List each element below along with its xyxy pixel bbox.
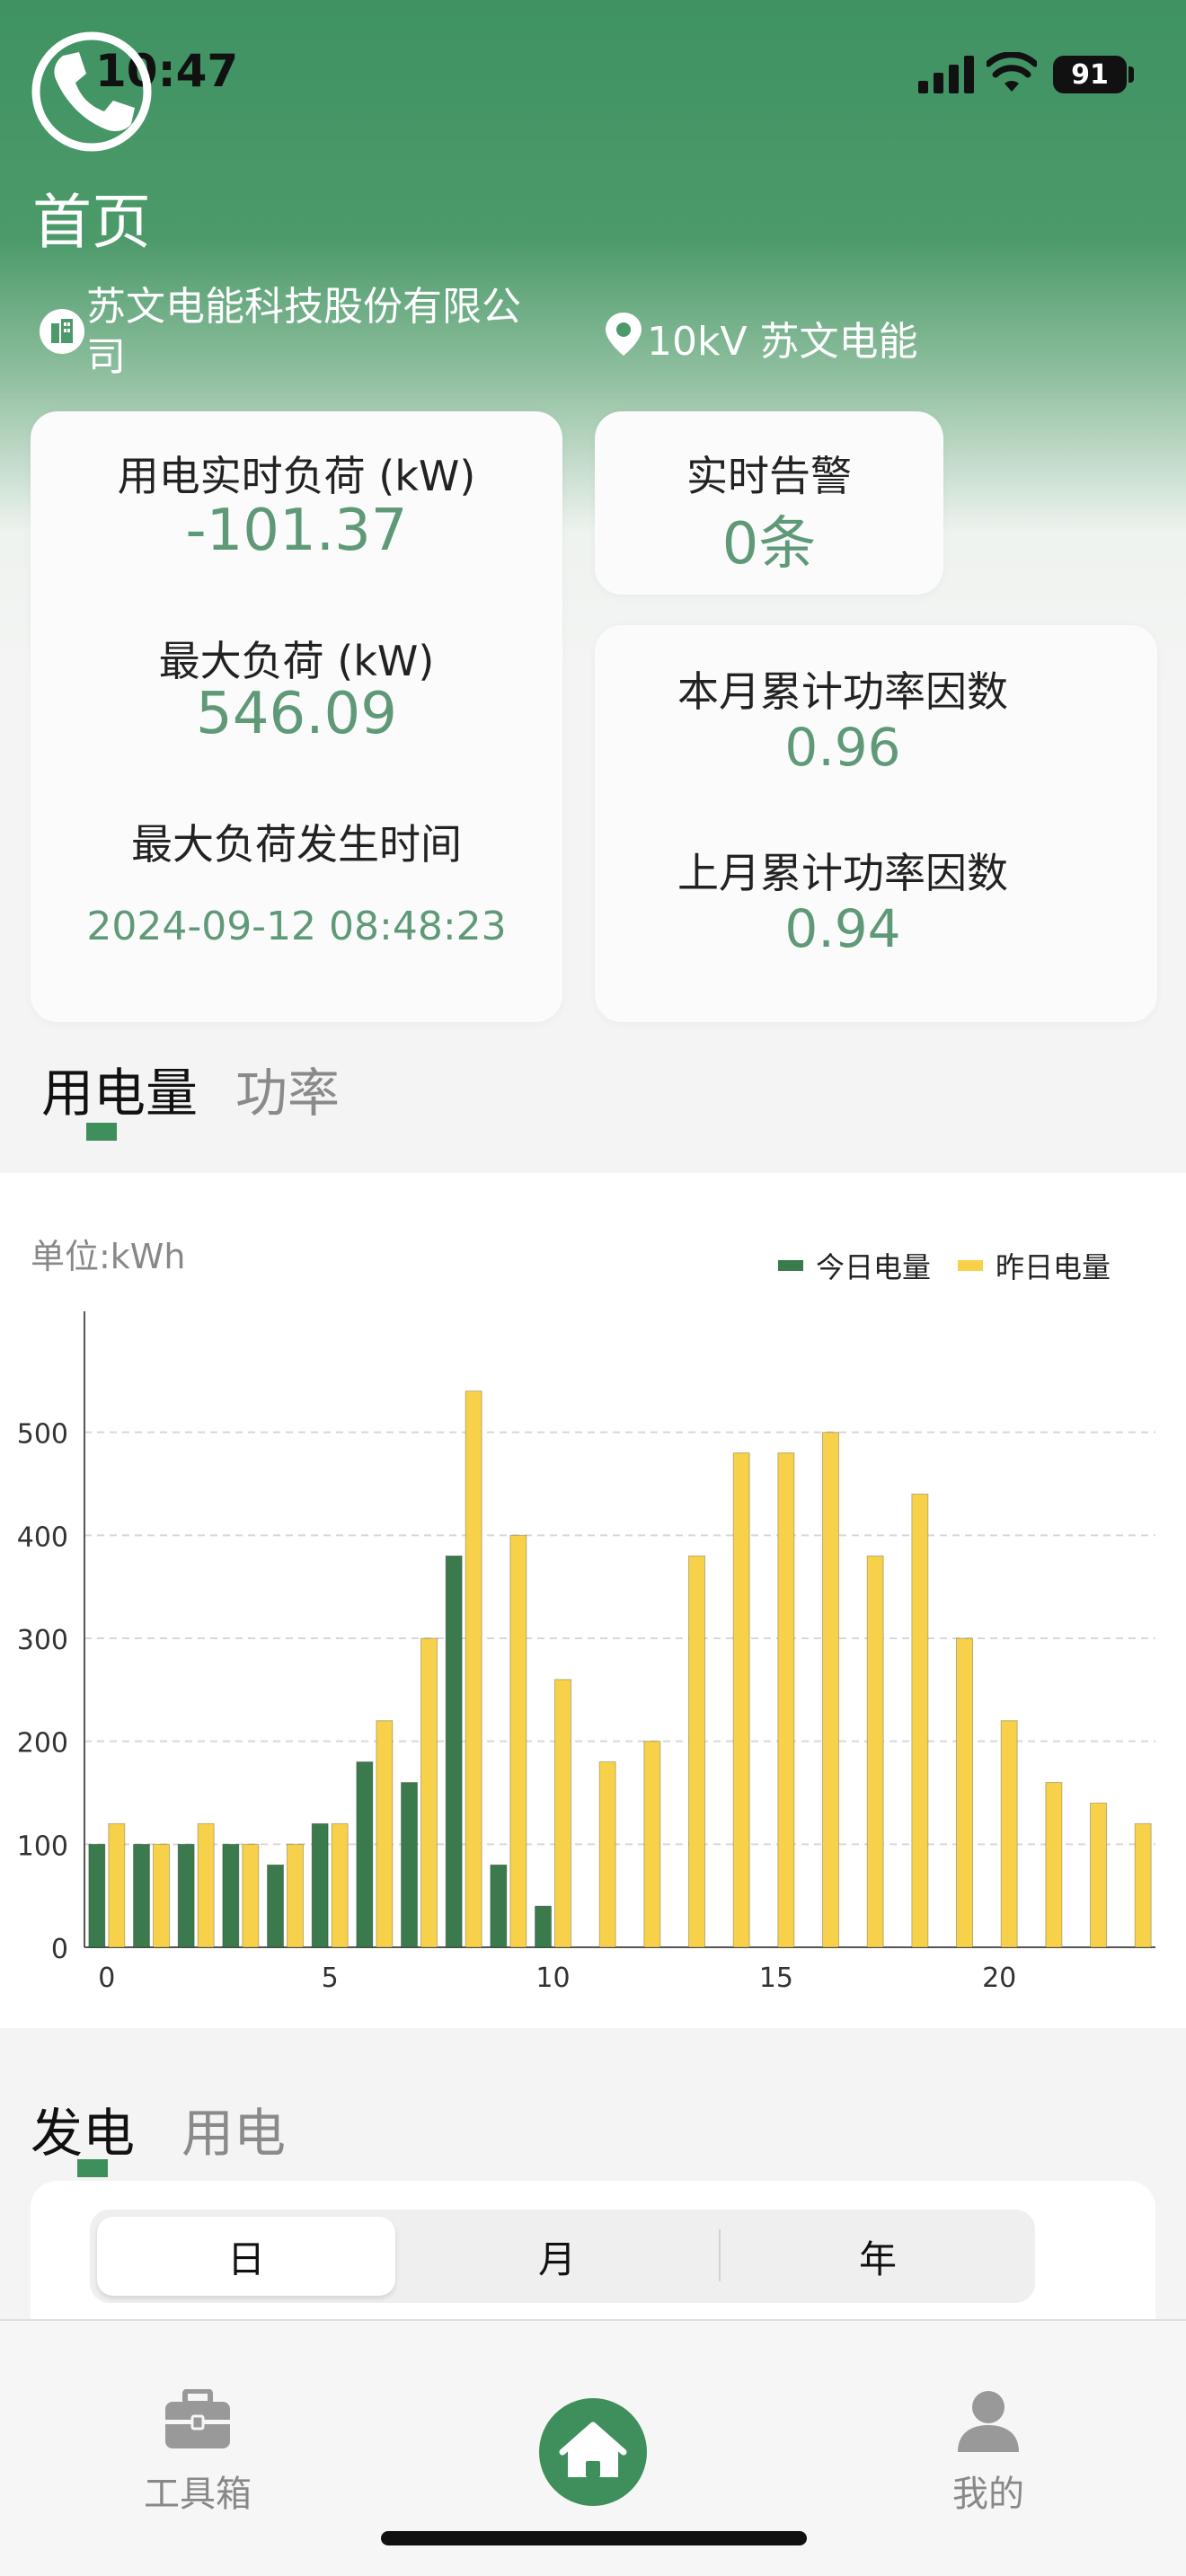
last-month-factor-value: 0.94 bbox=[784, 898, 901, 959]
chart-unit-label: 单位:kWh bbox=[31, 1237, 186, 1276]
bar-today[interactable] bbox=[222, 1843, 240, 1948]
y-tick-label: 0 bbox=[51, 1934, 68, 1965]
y-tick-label: 200 bbox=[17, 1728, 68, 1760]
x-tick-label: 0 bbox=[98, 1963, 115, 1994]
tab-power[interactable]: 功率 bbox=[235, 1051, 340, 1126]
tab-generation[interactable]: 发电 bbox=[31, 2091, 135, 2166]
last-month-factor-label: 上月累计功率因数 bbox=[677, 849, 1008, 897]
bar-today[interactable] bbox=[401, 1782, 418, 1948]
y-tick-label: 300 bbox=[17, 1625, 68, 1656]
company-name[interactable]: 苏文电能科技股份有限公司 bbox=[86, 282, 553, 383]
legend-yesterday[interactable]: 昨日电量 bbox=[958, 1245, 1111, 1286]
location-name[interactable]: 10kV 苏文电能 bbox=[647, 309, 918, 366]
bar-yesterday[interactable] bbox=[197, 1822, 215, 1948]
page-title: 首页 bbox=[32, 188, 151, 257]
bar-today[interactable] bbox=[490, 1864, 508, 1948]
bar-yesterday[interactable] bbox=[509, 1534, 527, 1948]
bar-yesterday[interactable] bbox=[688, 1555, 705, 1948]
bar-yesterday[interactable] bbox=[598, 1761, 616, 1948]
bar-today[interactable] bbox=[267, 1864, 284, 1948]
legend-yesterday-label: 昨日电量 bbox=[996, 1250, 1111, 1284]
legend-today[interactable]: 今日电量 bbox=[778, 1245, 931, 1286]
bar-today[interactable] bbox=[356, 1761, 374, 1948]
bar-today[interactable] bbox=[177, 1843, 195, 1948]
nav-toolbox-label: 工具箱 bbox=[144, 2474, 252, 2515]
tab-energy-indicator bbox=[86, 1123, 117, 1141]
this-month-factor-label: 本月累计功率因数 bbox=[677, 667, 1008, 716]
bar-yesterday[interactable] bbox=[376, 1720, 394, 1948]
y-tick-label: 500 bbox=[17, 1419, 68, 1451]
nav-home[interactable] bbox=[539, 2398, 647, 2506]
toolbox-icon bbox=[165, 2389, 230, 2448]
bar-yesterday[interactable] bbox=[1045, 1782, 1063, 1948]
y-tick-label: 100 bbox=[17, 1831, 68, 1862]
max-load-label: 最大负荷 (kW) bbox=[158, 637, 435, 685]
building-icon bbox=[40, 309, 84, 354]
bar-yesterday[interactable] bbox=[732, 1452, 750, 1948]
bar-yesterday[interactable] bbox=[822, 1432, 839, 1948]
bar-yesterday[interactable] bbox=[643, 1741, 661, 1948]
bar-yesterday[interactable] bbox=[554, 1679, 571, 1948]
tab-consumption[interactable]: 用电 bbox=[181, 2091, 286, 2166]
realtime-load-value: -101.37 bbox=[185, 498, 408, 564]
bar-today[interactable] bbox=[535, 1905, 552, 1948]
bar-yesterday[interactable] bbox=[331, 1822, 349, 1948]
nav-toolbox[interactable]: 工具箱 bbox=[126, 2389, 270, 2515]
wifi-icon bbox=[987, 52, 1037, 92]
bar-yesterday[interactable] bbox=[1090, 1802, 1107, 1948]
alarm-label: 实时告警 bbox=[686, 452, 852, 500]
cellular-signal-icon bbox=[918, 56, 974, 93]
energy-bar-chart: 0 100 200 300 400 500 0 5 10 15 20 bbox=[17, 1311, 1155, 1994]
bar-yesterday[interactable] bbox=[108, 1822, 126, 1948]
bar-yesterday[interactable] bbox=[1000, 1720, 1018, 1948]
segment-month[interactable]: 月 bbox=[395, 2210, 719, 2303]
max-load-time-label: 最大负荷发生时间 bbox=[131, 820, 462, 869]
bar-yesterday[interactable] bbox=[866, 1555, 884, 1948]
tab-energy[interactable]: 用电量 bbox=[41, 1051, 198, 1126]
home-icon bbox=[559, 2422, 627, 2477]
home-indicator bbox=[381, 2531, 807, 2545]
bar-yesterday[interactable] bbox=[242, 1843, 260, 1948]
legend-today-swatch bbox=[778, 1260, 803, 1271]
bar-yesterday[interactable] bbox=[465, 1390, 482, 1948]
bar-today[interactable] bbox=[133, 1843, 150, 1948]
battery-tip bbox=[1128, 66, 1134, 83]
this-month-factor-value: 0.96 bbox=[784, 717, 901, 778]
bar-yesterday[interactable] bbox=[1134, 1822, 1152, 1948]
y-tick-label: 400 bbox=[17, 1522, 68, 1553]
bar-today[interactable] bbox=[311, 1822, 329, 1948]
realtime-load-label: 用电实时负荷 (kW) bbox=[117, 452, 476, 500]
alarm-count: 0条 bbox=[721, 511, 817, 578]
x-tick-label: 20 bbox=[982, 1963, 1016, 1994]
tab-generation-indicator bbox=[77, 2159, 108, 2177]
max-load-value: 546.09 bbox=[196, 681, 397, 747]
call-button[interactable] bbox=[0, 0, 183, 183]
bar-today[interactable] bbox=[445, 1555, 463, 1948]
bar-today[interactable] bbox=[88, 1843, 106, 1948]
segment-year[interactable]: 年 bbox=[721, 2210, 1035, 2303]
max-load-time-value: 2024-09-12 08:48:23 bbox=[86, 904, 507, 949]
x-tick-label: 15 bbox=[759, 1963, 793, 1994]
bar-yesterday[interactable] bbox=[911, 1493, 929, 1948]
x-tick-label: 5 bbox=[322, 1963, 339, 1994]
battery-indicator: 91 bbox=[1053, 56, 1127, 93]
bar-yesterday[interactable] bbox=[153, 1843, 170, 1948]
bar-yesterday[interactable] bbox=[777, 1452, 795, 1948]
nav-mine[interactable]: 我的 bbox=[916, 2389, 1060, 2515]
legend-yesterday-swatch bbox=[958, 1260, 983, 1271]
bar-yesterday[interactable] bbox=[956, 1637, 973, 1948]
legend-today-label: 今日电量 bbox=[816, 1250, 932, 1284]
user-icon bbox=[958, 2391, 1019, 2452]
x-tick-label: 10 bbox=[535, 1963, 570, 1994]
nav-mine-label: 我的 bbox=[952, 2474, 1024, 2515]
bar-yesterday[interactable] bbox=[420, 1637, 438, 1948]
bar-yesterday[interactable] bbox=[287, 1843, 304, 1948]
location-pin-icon bbox=[606, 313, 642, 356]
phone-icon bbox=[31, 31, 152, 152]
segment-day[interactable]: 日 bbox=[97, 2217, 395, 2296]
